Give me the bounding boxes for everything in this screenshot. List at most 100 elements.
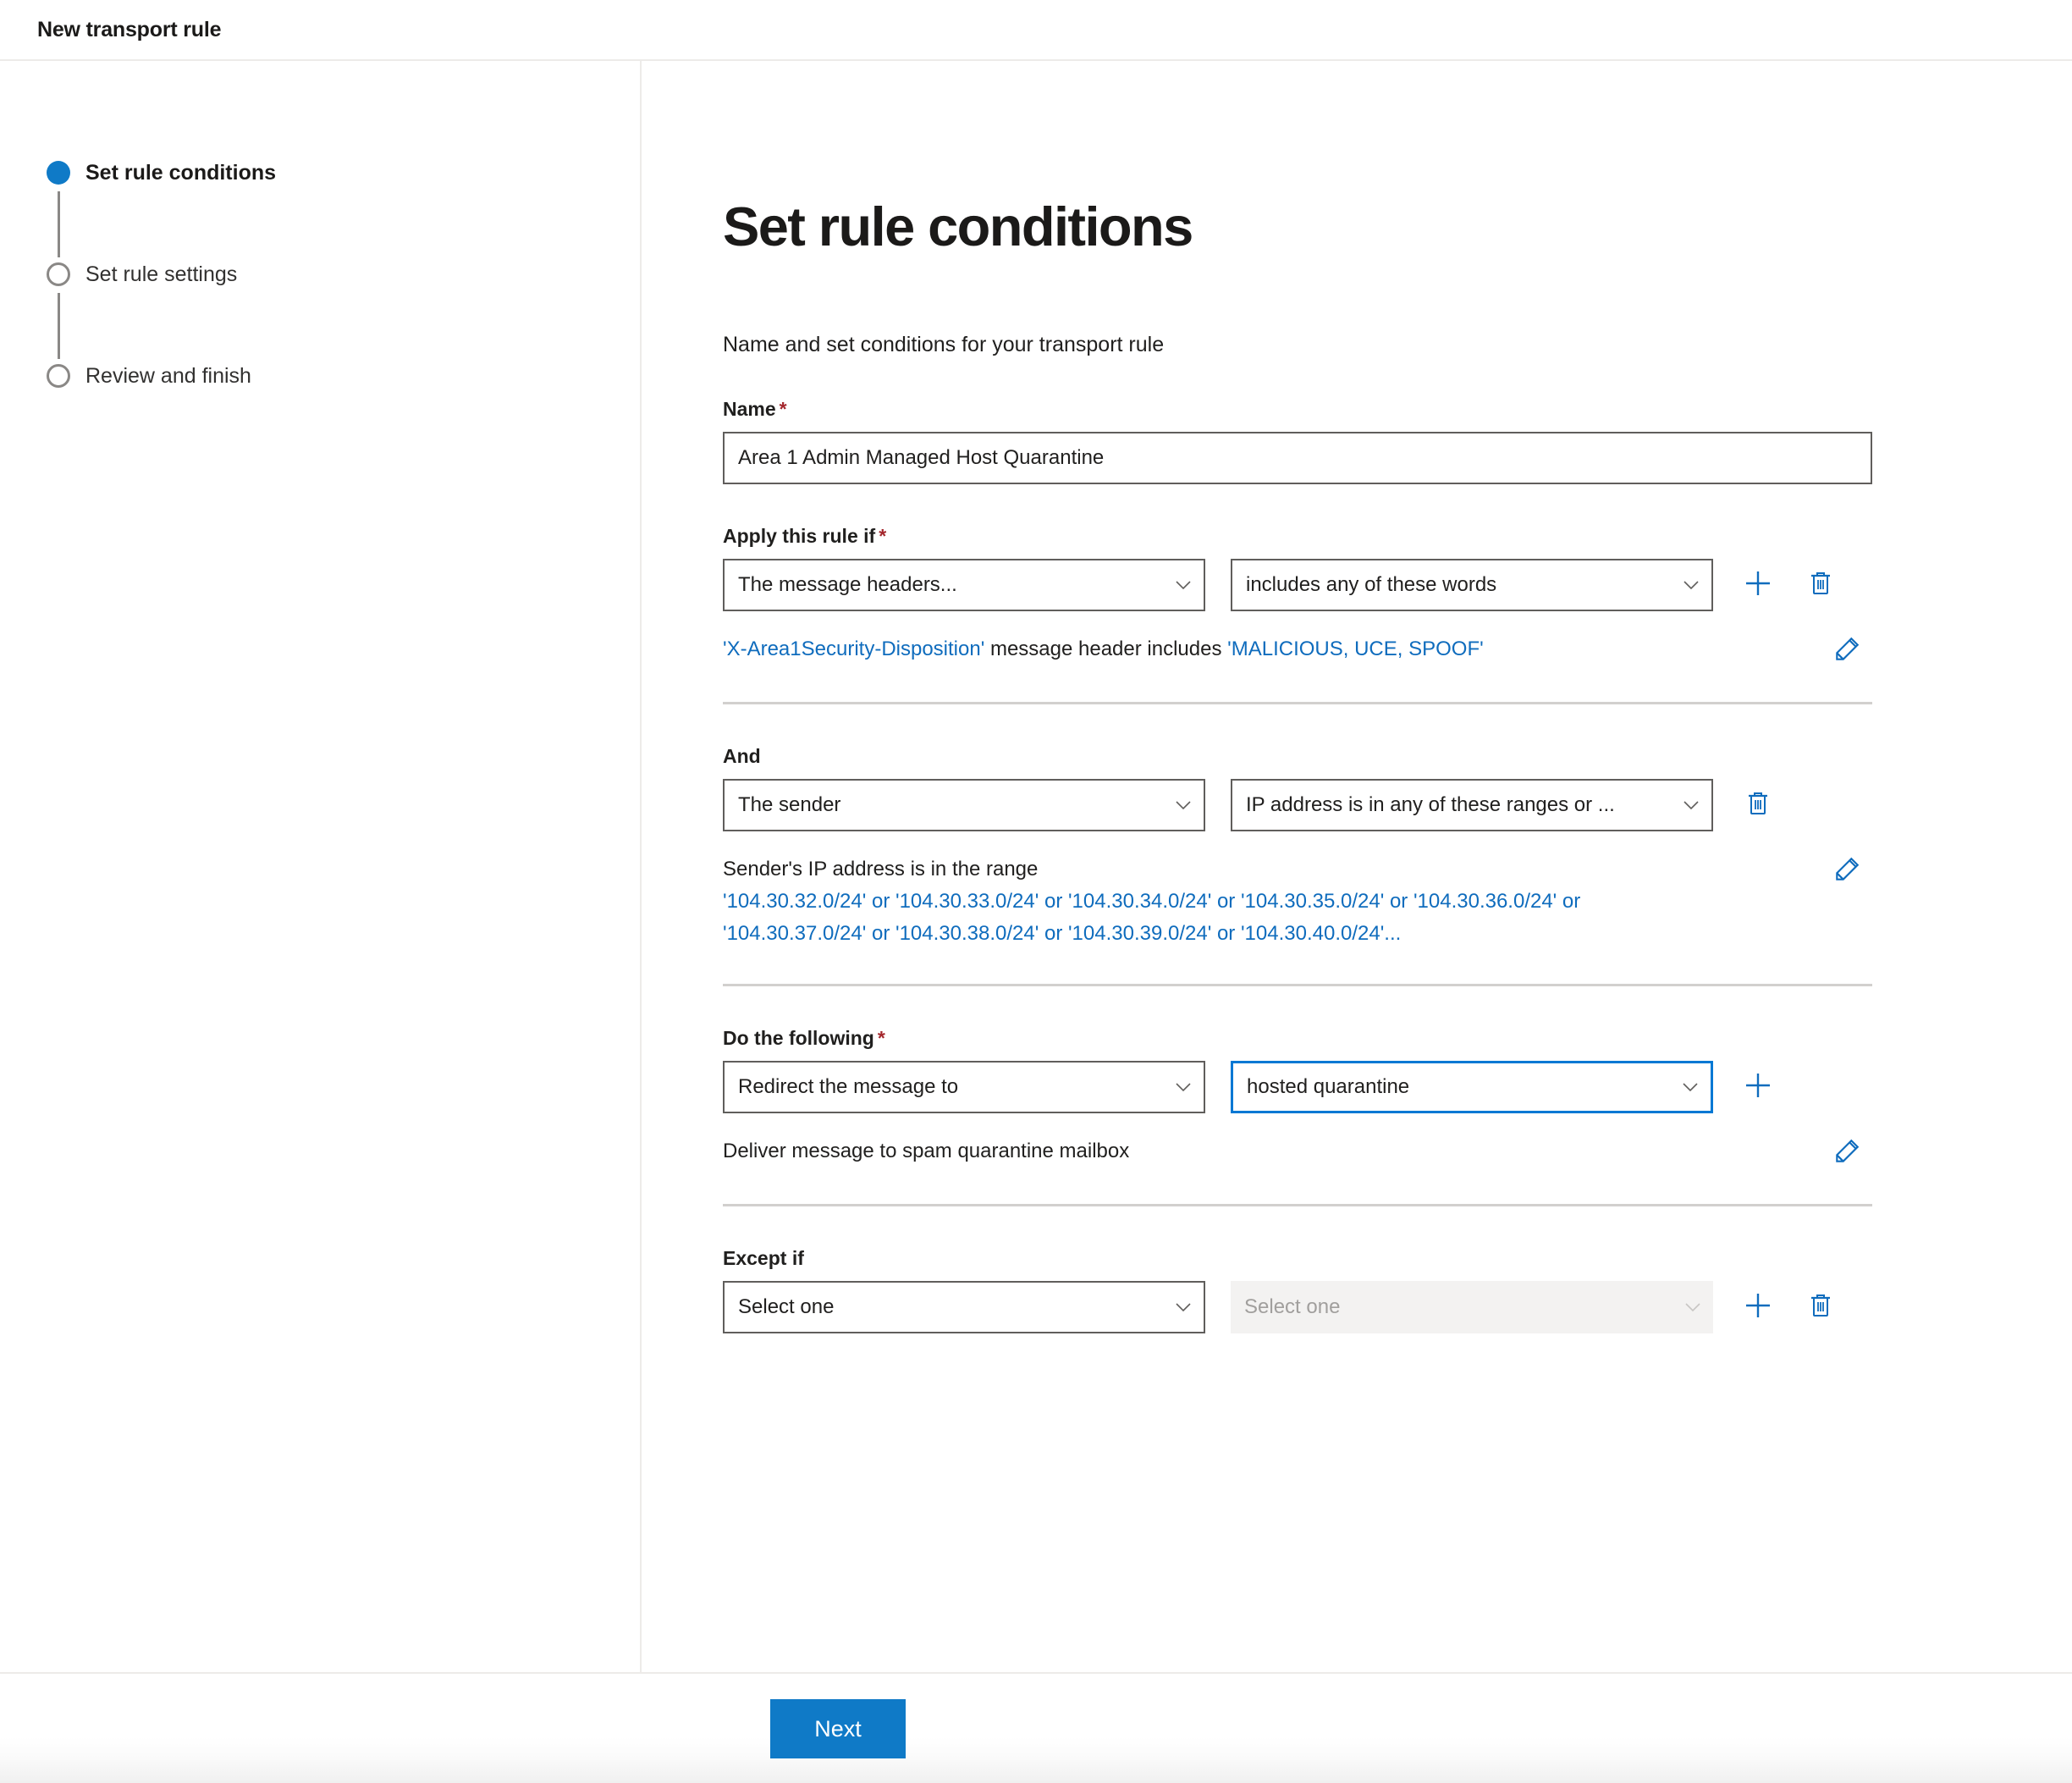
window-header: New transport rule — [0, 0, 2072, 61]
apply-this-rule-if-label: Apply this rule if* — [723, 525, 2072, 548]
sidebar-step-review-and-finish[interactable]: Review and finish — [47, 359, 640, 393]
dropdown-value: Select one — [1244, 1295, 1676, 1319]
edit-action-button[interactable] — [1821, 1135, 1872, 1170]
condition-values-link[interactable]: 'MALICIOUS, UCE, SPOOF' — [1227, 638, 1484, 660]
chevron-down-icon — [1683, 797, 1700, 814]
and-description-ranges-line-1[interactable]: '104.30.32.0/24' or '104.30.33.0/24' or … — [723, 886, 1805, 918]
section-except-if: Except if Select one Select one — [723, 1247, 2072, 1333]
apply-condition-description-row: 'X-Area1Security-Disposition' message he… — [723, 633, 1872, 668]
except-if-label: Except if — [723, 1247, 2072, 1270]
trash-icon — [1807, 1292, 1834, 1323]
delete-exception-button[interactable] — [1798, 1284, 1843, 1330]
name-field-label: Name* — [723, 398, 2072, 421]
dropdown-value: includes any of these words — [1246, 573, 1674, 597]
section-divider — [723, 1204, 1872, 1206]
wizard-step-list: Set rule conditions Set rule settings Re… — [0, 156, 640, 393]
do-action-type-dropdown[interactable]: Redirect the message to — [723, 1061, 1205, 1113]
apply-condition-description: 'X-Area1Security-Disposition' message he… — [723, 633, 1821, 665]
chevron-down-icon — [1175, 1299, 1192, 1316]
page-subtitle: Name and set conditions for your transpo… — [723, 333, 2072, 357]
dropdown-value: The sender — [738, 793, 1166, 817]
and-condition-description-row: Sender's IP address is in the range '104… — [723, 853, 1872, 950]
except-condition-operator-dropdown: Select one — [1231, 1281, 1713, 1333]
do-the-following-label: Do the following* — [723, 1027, 2072, 1050]
wizard-content: Set rule conditions Name and set conditi… — [642, 61, 2072, 1672]
edit-condition-button[interactable] — [1821, 633, 1872, 668]
name-label-text: Name — [723, 398, 776, 420]
plus-icon — [1743, 1290, 1773, 1325]
do-action-row: Redirect the message to hosted quarantin… — [723, 1061, 2072, 1113]
apply-condition-operator-dropdown[interactable]: includes any of these words — [1231, 559, 1713, 611]
add-action-button[interactable] — [1735, 1064, 1781, 1110]
and-label-text: And — [723, 745, 761, 767]
required-asterisk: * — [879, 525, 886, 547]
step-inactive-circle-icon — [47, 364, 70, 388]
dropdown-value: IP address is in any of these ranges or … — [1246, 793, 1674, 817]
apply-condition-type-dropdown[interactable]: The message headers... — [723, 559, 1205, 611]
dropdown-value: Select one — [738, 1295, 1166, 1319]
chevron-down-icon — [1175, 1079, 1192, 1096]
add-condition-button[interactable] — [1735, 562, 1781, 608]
required-asterisk: * — [878, 1027, 885, 1049]
and-description-ranges-line-2[interactable]: '104.30.37.0/24' or '104.30.38.0/24' or … — [723, 918, 1805, 950]
edit-and-condition-button[interactable] — [1821, 853, 1872, 888]
wizard-footer: Next — [0, 1672, 2072, 1783]
chevron-down-icon — [1175, 797, 1192, 814]
section-divider — [723, 702, 1872, 704]
apply-label-text: Apply this rule if — [723, 525, 875, 547]
sidebar-step-label: Set rule settings — [85, 257, 237, 291]
chevron-down-icon — [1682, 1079, 1699, 1096]
step-connector-line — [58, 293, 60, 359]
dropdown-value: Redirect the message to — [738, 1075, 1166, 1099]
delete-condition-button[interactable] — [1798, 562, 1843, 608]
trash-icon — [1744, 790, 1772, 821]
wizard-shell: Set rule conditions Set rule settings Re… — [0, 61, 2072, 1672]
pencil-icon — [1832, 635, 1861, 668]
plus-icon — [1743, 568, 1773, 603]
page-title: Set rule conditions — [723, 61, 2072, 256]
step-connector-line — [58, 191, 60, 257]
step-inactive-circle-icon — [47, 262, 70, 286]
chevron-down-icon — [1684, 1299, 1701, 1316]
and-condition-description: Sender's IP address is in the range '104… — [723, 853, 1821, 950]
apply-condition-row: The message headers... includes any of t… — [723, 559, 2072, 611]
next-button[interactable]: Next — [770, 1699, 906, 1758]
sidebar-step-label: Set rule conditions — [85, 156, 276, 190]
chevron-down-icon — [1683, 577, 1700, 593]
delete-and-condition-button[interactable] — [1735, 782, 1781, 828]
section-and: And The sender IP address is in any of t… — [723, 745, 2072, 986]
section-do-the-following: Do the following* Redirect the message t… — [723, 1027, 2072, 1206]
and-label: And — [723, 745, 2072, 768]
and-condition-type-dropdown[interactable]: The sender — [723, 779, 1205, 831]
except-condition-type-dropdown[interactable]: Select one — [723, 1281, 1205, 1333]
sidebar-step-label: Review and finish — [85, 359, 251, 393]
plus-icon — [1743, 1070, 1773, 1105]
and-condition-row: The sender IP address is in any of these… — [723, 779, 2072, 831]
sidebar-step-set-rule-settings[interactable]: Set rule settings — [47, 257, 640, 359]
trash-icon — [1807, 570, 1834, 601]
except-condition-row: Select one Select one — [723, 1281, 2072, 1333]
add-exception-button[interactable] — [1735, 1284, 1781, 1330]
rule-name-input[interactable] — [723, 432, 1872, 484]
pencil-icon — [1832, 855, 1861, 888]
pencil-icon — [1832, 1137, 1861, 1170]
condition-header-name-link[interactable]: 'X-Area1Security-Disposition' — [723, 638, 984, 660]
and-description-heading: Sender's IP address is in the range — [723, 858, 1038, 880]
dropdown-value: The message headers... — [738, 573, 1166, 597]
sidebar-step-set-rule-conditions[interactable]: Set rule conditions — [47, 156, 640, 257]
condition-description-middle: message header includes — [990, 638, 1222, 660]
do-action-description: Deliver message to spam quarantine mailb… — [723, 1135, 1821, 1168]
do-action-target-dropdown[interactable]: hosted quarantine — [1231, 1061, 1713, 1113]
do-label-text: Do the following — [723, 1027, 874, 1049]
wizard-sidebar: Set rule conditions Set rule settings Re… — [0, 61, 642, 1672]
chevron-down-icon — [1175, 577, 1192, 593]
section-apply-this-rule-if: Apply this rule if* The message headers.… — [723, 525, 2072, 704]
required-asterisk: * — [780, 398, 787, 420]
and-condition-operator-dropdown[interactable]: IP address is in any of these ranges or … — [1231, 779, 1713, 831]
section-divider — [723, 984, 1872, 986]
step-active-dot-icon — [47, 161, 70, 185]
do-action-description-row: Deliver message to spam quarantine mailb… — [723, 1135, 1872, 1170]
window-title: New transport rule — [37, 18, 221, 42]
dropdown-value: hosted quarantine — [1247, 1075, 1673, 1099]
except-label-text: Except if — [723, 1247, 804, 1269]
